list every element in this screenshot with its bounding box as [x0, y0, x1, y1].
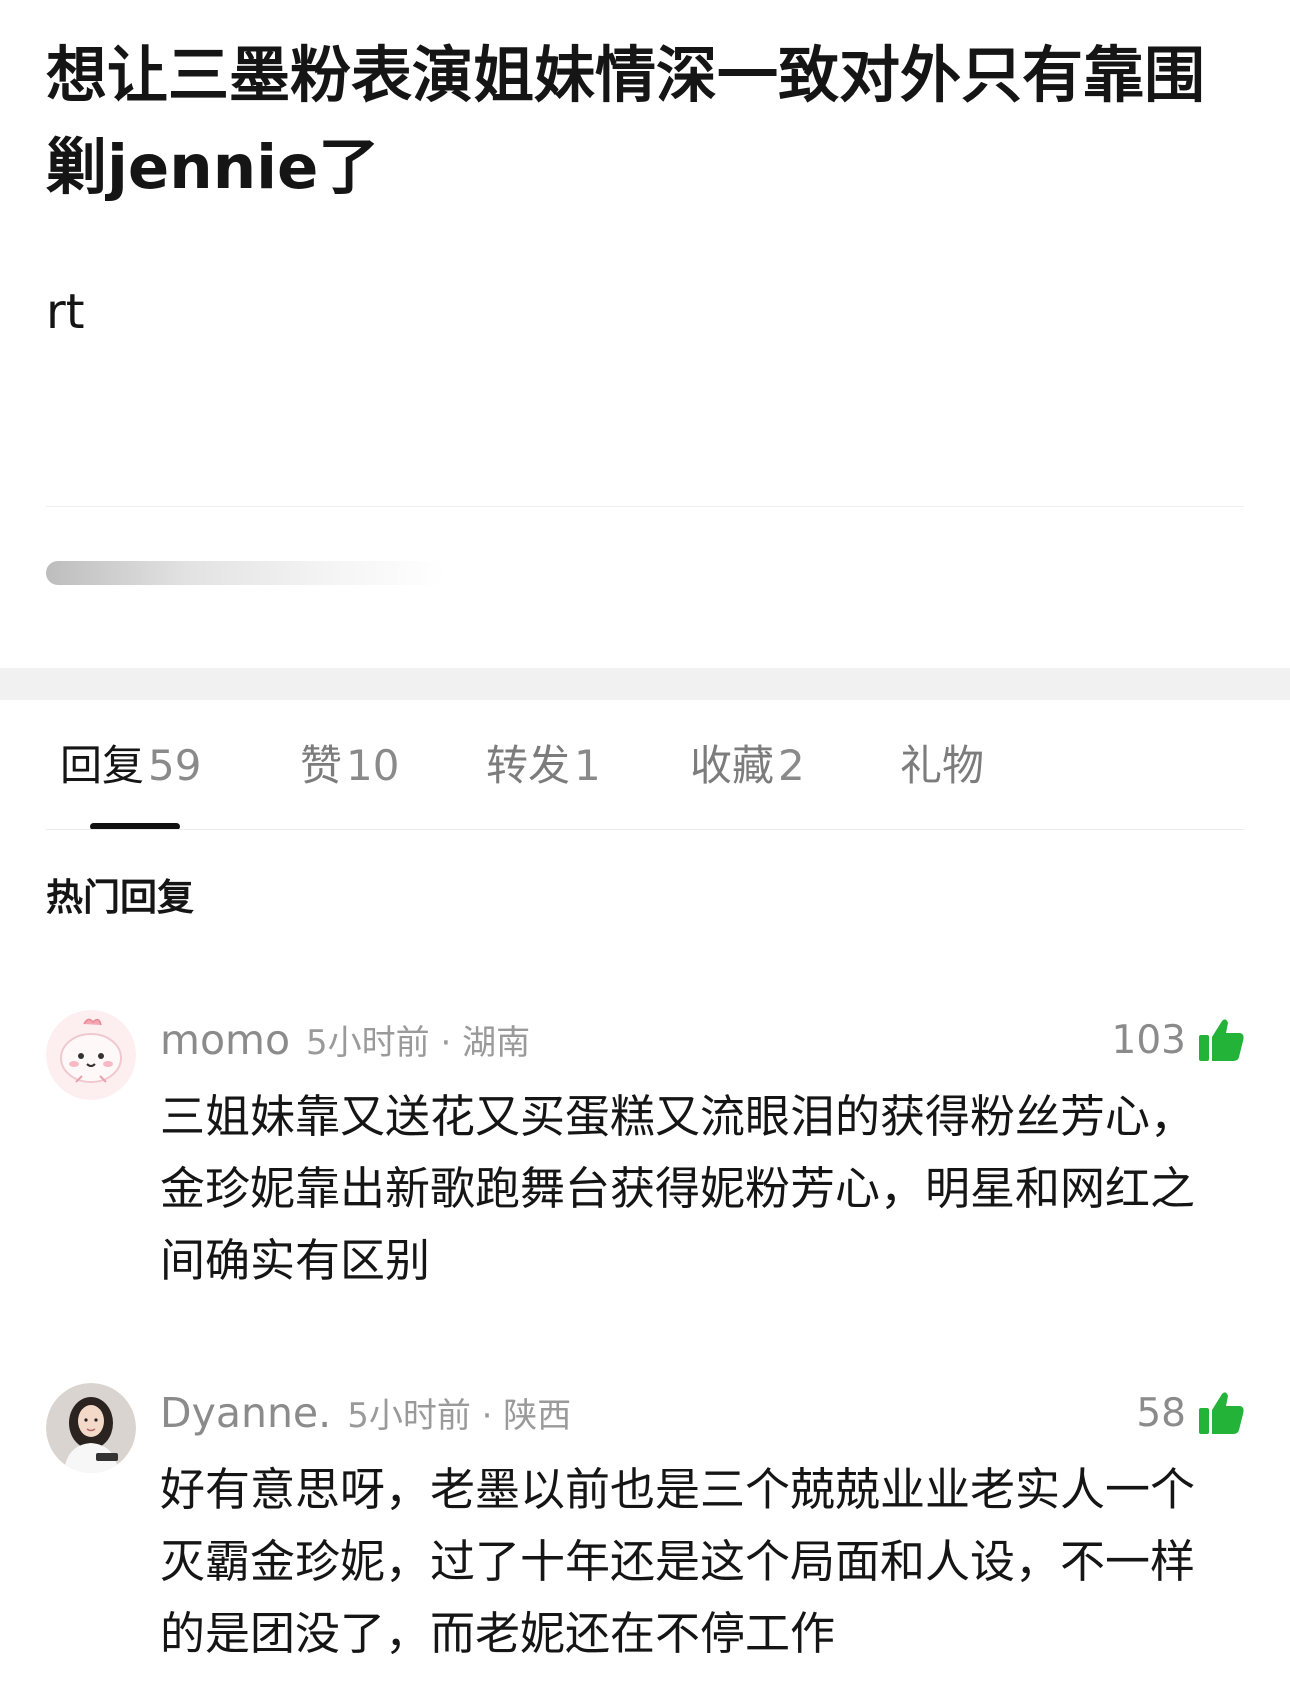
comment-like-button[interactable]: 103 — [1112, 1015, 1246, 1065]
blurred-info-bar — [46, 561, 446, 585]
photo-avatar-icon[interactable] — [46, 1383, 136, 1473]
like-count: 103 — [1111, 1017, 1186, 1063]
tab-replies-count: 59 — [148, 741, 202, 790]
post-content: 想让三墨粉表演姐妹情深一致对外只有靠围剿jennie了 rt — [0, 0, 1290, 668]
tab-gifts[interactable]: 礼物 — [900, 738, 984, 794]
like-count: 58 — [1136, 1390, 1186, 1436]
tab-likes-count: 10 — [346, 741, 400, 790]
cartoon-avatar-icon[interactable] — [46, 1010, 136, 1100]
tab-reposts-count: 1 — [574, 741, 601, 790]
tab-favorites[interactable]: 收藏 2 — [690, 738, 805, 794]
comment-time-location: 5小时前 · 陕西 — [347, 1396, 572, 1436]
tab-replies-label: 回复 — [60, 741, 145, 790]
comment-meta: Dyanne. 5小时前 · 陕西 — [160, 1388, 571, 1437]
post-body: rt — [46, 284, 85, 340]
hot-replies-heading: 热门回复 — [46, 876, 194, 919]
post-divider — [46, 506, 1244, 507]
tab-reposts-label: 转发 — [486, 741, 571, 790]
comment-item: Dyanne. 5小时前 · 陕西 58 好有意思呀，老墨以前也是三个兢兢业业老… — [0, 1378, 1290, 1684]
post-title: 想让三墨粉表演姐妹情深一致对外只有靠围剿jennie了 — [46, 40, 1206, 203]
section-divider — [0, 668, 1290, 700]
tab-likes-label: 赞 — [300, 741, 343, 790]
thumbs-up-icon — [1199, 1392, 1244, 1434]
comment-meta: momo 5小时前 · 湖南 — [160, 1015, 530, 1064]
thumbs-up-icon — [1199, 1019, 1244, 1061]
tab-reposts[interactable]: 转发 1 — [486, 738, 601, 794]
tab-likes[interactable]: 赞 10 — [300, 738, 399, 794]
comment-item: momo 5小时前 · 湖南 103 三姐妹靠又送花又买蛋糕又流眼泪的获得粉丝芳… — [0, 1005, 1290, 1305]
tab-favorites-count: 2 — [778, 741, 805, 790]
tab-replies[interactable]: 回复 59 — [60, 738, 201, 794]
tab-gifts-label: 礼物 — [900, 741, 985, 790]
comment-text: 三姐妹靠又送花又买蛋糕又流眼泪的获得粉丝芳心，金珍妮靠出新歌跑舞台获得妮粉芳心，… — [160, 1090, 1196, 1287]
interaction-tabs: 回复 59 赞 10 转发 1 收藏 2 礼物 — [0, 700, 1290, 830]
comment-text: 好有意思呀，老墨以前也是三个兢兢业业老实人一个灭霸金珍妮，过了十年还是这个局面和… — [160, 1463, 1196, 1660]
comment-username[interactable]: momo — [160, 1016, 290, 1064]
tab-favorites-label: 收藏 — [690, 741, 775, 790]
comment-time-location: 5小时前 · 湖南 — [306, 1023, 531, 1063]
comment-like-button[interactable]: 58 — [1136, 1388, 1246, 1438]
tabs-divider — [46, 829, 1244, 830]
comment-username[interactable]: Dyanne. — [160, 1389, 331, 1437]
